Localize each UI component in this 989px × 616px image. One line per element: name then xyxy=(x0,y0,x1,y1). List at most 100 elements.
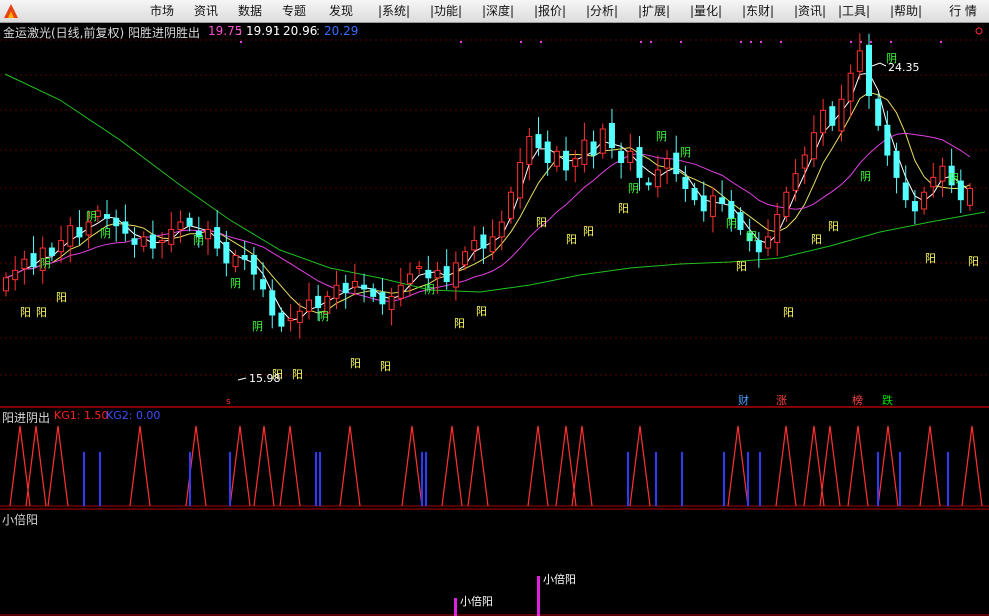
candle-body xyxy=(397,284,404,299)
candle-body xyxy=(755,240,762,253)
candle-body xyxy=(269,290,276,316)
candle-body xyxy=(177,221,184,230)
candle-body xyxy=(884,124,891,156)
bull-signal-label: 阳 xyxy=(736,260,747,273)
candle-body xyxy=(416,266,423,270)
candle-body xyxy=(67,225,74,247)
bear-signal-label: 阴 xyxy=(860,170,871,183)
candle-body xyxy=(76,227,83,238)
event-marker-finance[interactable]: 财 xyxy=(738,393,749,407)
low-price-label: 15.98 xyxy=(249,372,281,385)
candle-body xyxy=(388,295,395,310)
candle-body xyxy=(765,236,772,249)
candle-body xyxy=(425,269,432,279)
bear-signal-label: 阴 xyxy=(746,230,757,243)
candle-body xyxy=(728,201,735,219)
candle-body xyxy=(489,236,496,253)
top-marker-dot xyxy=(890,41,892,43)
top-marker-dot xyxy=(520,41,522,43)
candle-body xyxy=(21,258,28,270)
candle-body xyxy=(315,295,322,309)
candle-body xyxy=(85,221,92,236)
bull-signal-label: 阳 xyxy=(56,291,67,304)
kg1-spike xyxy=(441,425,463,507)
event-marker-fall[interactable]: 跌 xyxy=(882,393,893,407)
candle-body xyxy=(673,152,680,175)
candle-body xyxy=(847,72,854,102)
bear-signal-label: 阴 xyxy=(252,320,263,333)
small-double-yang-label-2: 小倍阳 xyxy=(543,572,576,586)
candle-body xyxy=(48,247,55,256)
top-marker-dot xyxy=(240,41,242,43)
candle-body xyxy=(214,227,221,249)
candle-body xyxy=(204,228,211,240)
kg1-spike xyxy=(775,425,797,507)
candle-body xyxy=(967,188,973,206)
candle-body xyxy=(866,44,873,97)
candle-body xyxy=(471,240,478,251)
candle-body xyxy=(590,141,597,156)
bull-signal-label: 阳 xyxy=(968,255,979,268)
bull-signal-label: 阳 xyxy=(292,368,303,381)
candle-body xyxy=(719,197,726,204)
bull-signal-label: 阳 xyxy=(380,360,391,373)
candle-body xyxy=(260,279,267,290)
candle-body xyxy=(691,188,698,201)
bull-signal-label: 阳 xyxy=(350,357,361,370)
candle-body xyxy=(507,191,514,219)
bull-signal-label: 阳 xyxy=(811,233,822,246)
candle-body xyxy=(168,228,175,245)
candle-body xyxy=(443,266,450,283)
candle-body xyxy=(627,150,634,163)
bear-signal-label: 阴 xyxy=(424,283,435,296)
kline-chart[interactable]: 阳阳阳阳 阳阳 阳阳阳阳阳阳阳阳阳阳阳阳 阳阴阴阴阴阴阴阴阴阴阴阴阴阴阴阴阴 24.3… xyxy=(0,0,989,616)
top-marker-dot xyxy=(780,41,782,43)
candle-body xyxy=(875,98,882,126)
stock-title: 金运激光(日线,前复权) 阳胜进阴胜出 xyxy=(3,26,200,40)
candle-body xyxy=(893,150,900,178)
bear-signal-label: 阴 xyxy=(318,310,329,323)
ma-value-4: 20.29 xyxy=(324,24,359,38)
corner-indicator-icon xyxy=(975,27,983,35)
event-marker-rise[interactable]: 涨 xyxy=(776,394,787,407)
candle-body xyxy=(608,122,615,149)
bear-signal-label: 阴 xyxy=(948,172,959,185)
bear-signal-label: 阴 xyxy=(100,227,111,240)
event-marker-s: s xyxy=(226,397,231,407)
small-double-yang-label-1: 小倍阳 xyxy=(460,594,493,608)
candle-body xyxy=(709,195,716,217)
candle-body xyxy=(700,195,707,212)
candle-body xyxy=(379,292,386,305)
candle-body xyxy=(664,158,671,169)
kg1-spike xyxy=(47,425,69,507)
kg1-spike xyxy=(847,425,869,507)
bull-signal-label: 阳 xyxy=(536,216,547,229)
kg1-spike xyxy=(727,425,749,507)
candle-body xyxy=(406,273,413,284)
bull-signal-label: 阳 xyxy=(925,252,936,265)
signal-labels: 阳阳阳阳 阳阳 阳阳阳阳阳阳阳阳阳阳阳阳 阳阴阴阴阴阴阴阴阴阴阴阴阴阴阴阴阴 xyxy=(20,52,979,381)
top-marker-dot xyxy=(750,41,752,43)
low-pointer xyxy=(237,377,247,381)
bull-signal-label: 阳 xyxy=(828,220,839,233)
bull-signal-label: 阳 xyxy=(618,202,629,215)
top-marker-dot xyxy=(740,41,742,43)
bear-signal-label: 阴 xyxy=(40,257,51,270)
candle-body xyxy=(636,147,643,178)
kg1-spike xyxy=(253,425,275,507)
candle-body xyxy=(645,182,652,186)
bull-signal-label: 阳 xyxy=(783,306,794,319)
candle-body xyxy=(553,150,560,167)
candle-body xyxy=(58,240,65,253)
candle-body xyxy=(957,180,964,201)
event-marker-list[interactable]: 榜 xyxy=(852,393,863,407)
top-marker-dot xyxy=(540,41,542,43)
kg1-spike xyxy=(129,425,151,507)
ma-separator-1: : xyxy=(238,24,243,38)
candle-body xyxy=(223,241,230,264)
candle-body xyxy=(232,254,239,268)
bull-signal-label: 阳 xyxy=(476,305,487,318)
candle-body xyxy=(838,98,845,132)
candle-body xyxy=(296,310,303,323)
candle-body xyxy=(342,282,349,294)
